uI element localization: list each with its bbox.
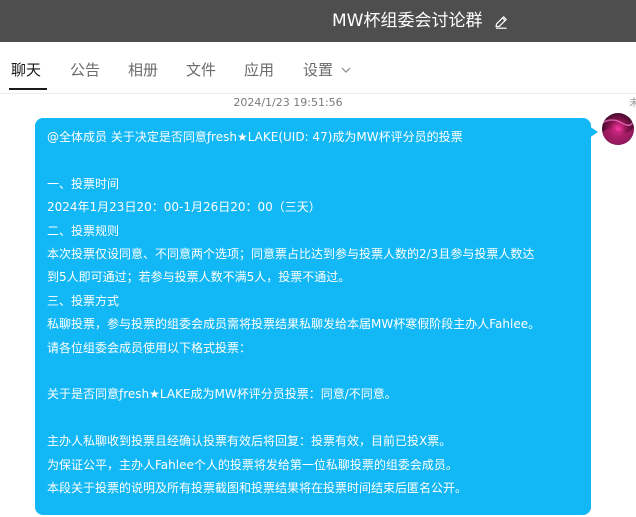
pencil-icon[interactable] bbox=[493, 14, 509, 30]
group-title: MW杯组委会讨论群 bbox=[332, 11, 483, 31]
message-bubble-tail bbox=[589, 126, 598, 138]
message-line: @全体成员 关于决定是否同意ƒresh★LAKE(UID: 47)成为MW杯评分… bbox=[47, 130, 463, 144]
message-line: 本次投票仅设同意、不同意两个选项；同意票占比达到参与投票人数的2/3且参与投票人… bbox=[47, 247, 535, 262]
avatar-icon[interactable] bbox=[602, 113, 634, 145]
message-line: 2024年1月23日20：00-1月26日20：00（三天） bbox=[47, 200, 321, 215]
tab-album[interactable]: 相册 bbox=[128, 60, 158, 80]
tab-files[interactable]: 文件 bbox=[186, 60, 216, 80]
message-line: 到5人即可通过；若参与投票人数不满5人，投票不通过。 bbox=[47, 270, 351, 285]
message-bubble[interactable]: @全体成员 关于决定是否同意ƒresh★LAKE(UID: 47)成为MW杯评分… bbox=[35, 118, 591, 515]
tab-apps[interactable]: 应用 bbox=[244, 60, 274, 80]
message-line: 关于是否同意ƒresh★LAKE成为MW杯评分员投票：同意/不同意。 bbox=[47, 387, 397, 402]
active-tab-indicator bbox=[9, 88, 47, 90]
message-timestamp: 2024/1/23 19:51:56 bbox=[233, 96, 343, 109]
message-line: 主办人私聊收到投票且经确认投票有效后将回复：投票有效，目前已投X票。 bbox=[47, 434, 452, 449]
message-line: 请各位组委会成员使用以下格式投票： bbox=[47, 340, 252, 355]
message-line: 三、投票方式 bbox=[47, 293, 120, 308]
title-bar: MW杯组委会讨论群 bbox=[0, 0, 636, 42]
header-divider bbox=[0, 93, 636, 94]
message-line: 一、投票时间 bbox=[47, 176, 120, 191]
message-line: 本段关于投票的说明及所有投票截图和投票结果将在投票时间结束后匿名公开。 bbox=[47, 481, 468, 496]
tab-bar: 聊天 公告 相册 文件 应用 设置 bbox=[0, 42, 636, 94]
message-line bbox=[47, 407, 581, 430]
message-line: 二、投票规则 bbox=[47, 223, 120, 238]
message-line bbox=[47, 360, 581, 383]
message-line: 为保证公平，主办人Fahlee个人的投票将发给第一位私聊投票的组委会成员。 bbox=[47, 457, 458, 472]
read-status-mark: 未 bbox=[629, 98, 636, 109]
message-line bbox=[47, 149, 581, 172]
message-line: 私聊投票，参与投票的组委会成员需将投票结果私聊发给本届MW杯寒假阶段主办人Fah… bbox=[47, 317, 541, 332]
tab-chat[interactable]: 聊天 bbox=[11, 60, 41, 80]
chevron-down-icon[interactable] bbox=[341, 66, 351, 74]
tab-announcement[interactable]: 公告 bbox=[70, 60, 100, 80]
tab-settings[interactable]: 设置 bbox=[303, 60, 333, 80]
